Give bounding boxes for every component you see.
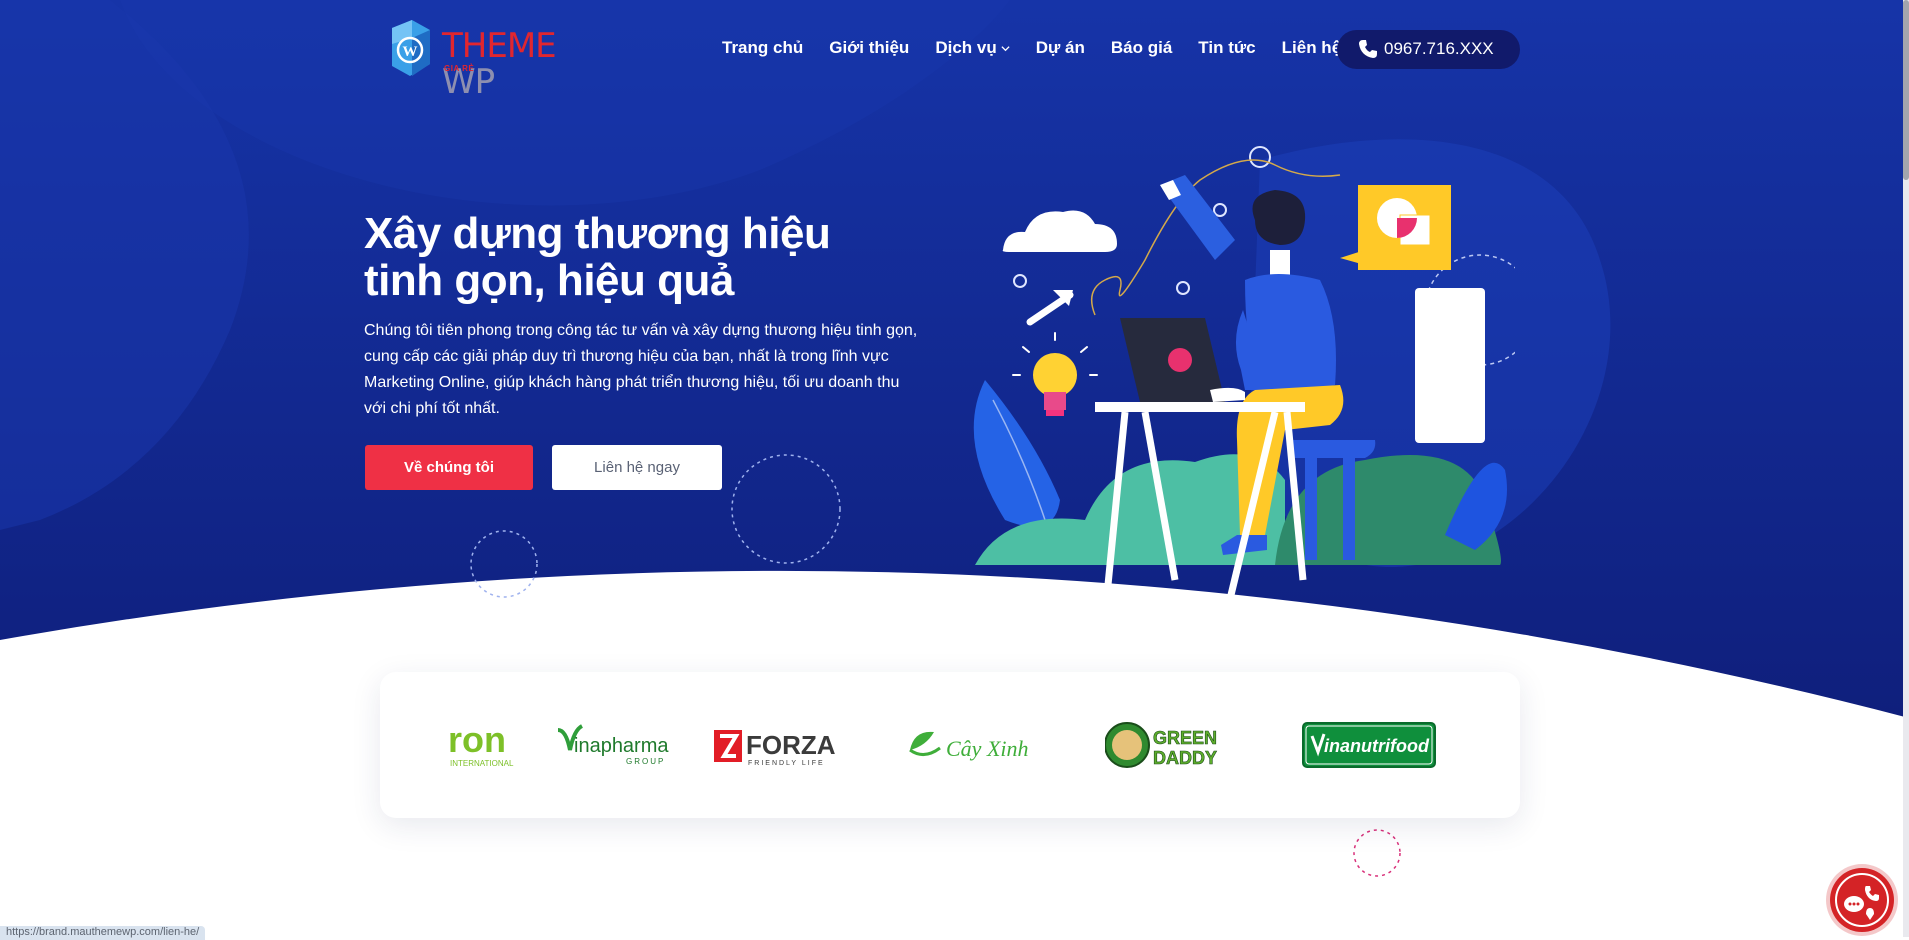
vinapharma-logo-subtext: GROUP: [626, 757, 665, 766]
hero-title-line2: tinh gọn, hiệu quả: [364, 256, 734, 305]
forza-logo-icon: FORZA FRIENDLY LIFE: [714, 730, 836, 767]
decorative-circle: [470, 530, 538, 598]
partner-logo-greendaddy[interactable]: GREEN DADDY: [1105, 720, 1245, 770]
ron-logo-subtext: INTERNATIONAL: [450, 759, 514, 768]
nav-item-contact-label: Liên hệ: [1281, 38, 1342, 57]
svg-text:W: W: [403, 44, 418, 60]
nav-item-services-label: Dịch vụ: [935, 38, 997, 57]
main-nav: Trang chủ Giới thiệu Dịch vụ Dự án Báo g…: [722, 38, 1341, 58]
nav-item-contact[interactable]: Liên hệ: [1282, 38, 1342, 58]
hero-title-line1: Xây dựng thương hiệu: [364, 209, 831, 258]
nav-item-services[interactable]: Dịch vụ: [935, 38, 1010, 58]
nav-item-about-label: Giới thiệu: [829, 38, 910, 57]
hero-illustration: [973, 146, 1515, 596]
brand-name-part1: THEME: [442, 26, 557, 66]
chat-icon: [1835, 873, 1889, 927]
nav-item-news[interactable]: Tin tức: [1198, 38, 1255, 58]
phone-number: 0967.716.XXX: [1384, 39, 1494, 58]
partner-logo-vinapharma[interactable]: inapharma GROUP: [556, 720, 676, 770]
hero-title: Xây dựng thương hiệu tinh gọn, hiệu quả: [364, 210, 924, 304]
phone-icon: [1359, 40, 1377, 58]
cayxinh-logo-icon: Cây Xinh: [909, 731, 1029, 761]
brand-tagline: GIA RẺ: [444, 64, 475, 73]
contact-now-button[interactable]: Liên hệ ngay: [552, 445, 722, 490]
scrollbar-thumb[interactable]: [1903, 0, 1909, 180]
partner-logo-cayxinh[interactable]: Cây Xinh: [904, 720, 1054, 770]
nav-item-projects[interactable]: Dự án: [1036, 38, 1085, 58]
cayxinh-logo-text: Cây Xinh: [946, 736, 1029, 761]
nav-item-pricing-label: Báo giá: [1110, 38, 1173, 57]
ron-logo-icon: ron INTERNATIONAL: [448, 720, 514, 768]
hero-description: Chúng tôi tiên phong trong công tác tư v…: [364, 322, 918, 417]
vinanutrifood-logo-text: inanutrifood: [1324, 736, 1430, 756]
decorative-circle: [731, 454, 841, 564]
nav-item-about[interactable]: Giới thiệu: [829, 38, 909, 58]
ron-logo-text: ron: [448, 720, 506, 760]
forza-logo-subtext: FRIENDLY LIFE: [748, 760, 825, 767]
site-header: W THEME WP GIA RẺ Trang chủ Giới thiệu D…: [0, 0, 1909, 100]
wordpress-logo-icon: W: [392, 20, 430, 76]
greendaddy-logo-text-line2: DADDY: [1153, 748, 1217, 768]
brand-logo[interactable]: W THEME WP GIA RẺ: [386, 18, 606, 100]
nav-item-news-label: Tin tức: [1198, 38, 1256, 57]
chevron-down-icon: [1001, 45, 1010, 51]
about-us-button[interactable]: Về chúng tôi: [365, 445, 533, 490]
browser-status-url: https://brand.mauthemewp.com/lien-he/: [0, 926, 206, 940]
nav-item-home[interactable]: Trang chủ: [722, 38, 803, 58]
contact-fab-button[interactable]: [1830, 868, 1894, 932]
vinapharma-logo-icon: inapharma GROUP: [557, 724, 669, 766]
partner-logo-forza[interactable]: FORZA FRIENDLY LIFE: [712, 720, 860, 770]
partner-logos-strip: ron INTERNATIONAL inapharma GROUP FORZA …: [380, 672, 1520, 818]
greendaddy-logo-icon: GREEN DADDY: [1105, 722, 1217, 768]
greendaddy-logo-text-line1: GREEN: [1153, 728, 1217, 748]
phone-button[interactable]: 0967.716.XXX: [1337, 30, 1520, 69]
partner-logo-vinanutrifood[interactable]: inanutrifood: [1302, 720, 1436, 770]
forza-logo-text: FORZA: [746, 730, 836, 760]
vinanutrifood-logo-icon: inanutrifood: [1302, 722, 1436, 768]
partner-logo-ron[interactable]: ron INTERNATIONAL: [448, 720, 528, 770]
decorative-circle: [1353, 829, 1401, 877]
nav-item-projects-label: Dự án: [1035, 38, 1085, 57]
map-pin-icon: [1866, 908, 1874, 920]
vinapharma-logo-text: inapharma: [574, 735, 669, 757]
page-scrollbar[interactable]: [1903, 0, 1909, 937]
nav-item-home-label: Trang chủ: [722, 38, 804, 57]
nav-item-pricing[interactable]: Báo giá: [1111, 38, 1172, 58]
